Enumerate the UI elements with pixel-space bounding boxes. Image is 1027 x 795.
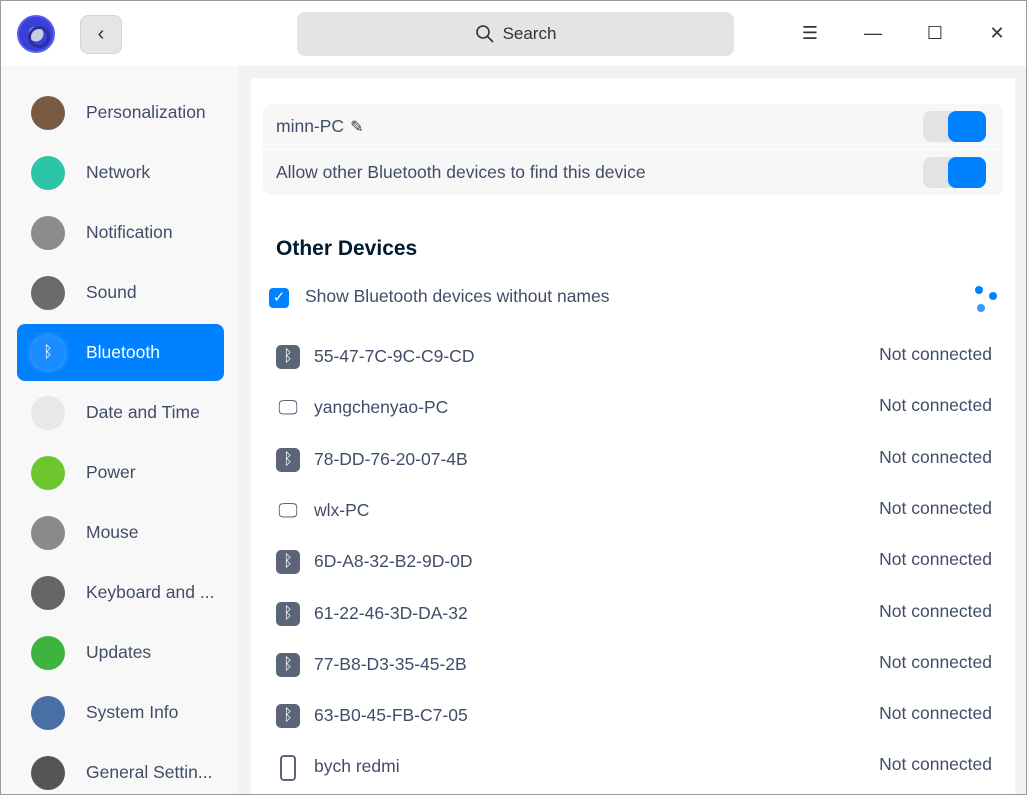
device-row[interactable]: ᛒ 6D-A8-32-B2-9D-0D Not connected xyxy=(263,542,1003,582)
device-name: 63-B0-45-FB-C7-05 xyxy=(314,705,468,726)
search-placeholder: Search xyxy=(502,24,557,43)
device-status: Not connected xyxy=(879,344,992,364)
device-name: bych redmi xyxy=(314,756,400,777)
device-status: Not connected xyxy=(879,651,992,672)
discoverable-label: Allow other Bluetooth devices to find th… xyxy=(276,162,646,182)
sound-icon xyxy=(31,275,65,310)
device-row[interactable]: 🖵 yangchenyao-PC Not connected xyxy=(263,388,1003,428)
bluetooth-device-icon: ᛒ xyxy=(276,447,300,472)
general-settings-icon xyxy=(31,755,65,790)
bluetooth-icon: ᛒ xyxy=(31,335,65,370)
device-row[interactable]: 🖵 wlx-PC Not connected xyxy=(263,491,1003,531)
sidebar-item-date-and-time[interactable]: Date and Time xyxy=(17,384,224,441)
sidebar-item-label: Keyboard and ... xyxy=(86,582,215,602)
scanning-spinner-icon xyxy=(971,284,1003,314)
clock-icon xyxy=(31,395,65,430)
device-row[interactable]: ᛒ 63-B0-45-FB-C7-05 Not connected xyxy=(263,696,1003,736)
menu-button[interactable]: ☰ xyxy=(798,21,822,45)
sidebar-item-sound[interactable]: Sound xyxy=(17,264,224,321)
device-name: 77-B8-D3-35-45-2B xyxy=(314,653,467,674)
sidebar-item-label: Bluetooth xyxy=(86,342,160,362)
bluetooth-panel: minn-PC ✎ Allow other Bluetooth devices … xyxy=(251,78,1015,794)
device-status: Not connected xyxy=(879,395,992,416)
content-area: minn-PC ✎ Allow other Bluetooth devices … xyxy=(238,66,1026,794)
sidebar-item-bluetooth[interactable]: ᛒ Bluetooth xyxy=(17,324,224,381)
device-name: 61-22-46-3D-DA-32 xyxy=(314,602,468,623)
sidebar-item-mouse[interactable]: Mouse xyxy=(17,504,224,561)
keyboard-icon xyxy=(31,575,65,610)
notification-icon xyxy=(31,215,65,250)
sidebar-item-label: System Info xyxy=(86,702,179,722)
sidebar-item-keyboard-and[interactable]: Keyboard and ... xyxy=(17,564,224,621)
device-row[interactable]: ᛒ 55-47-7C-9C-C9-CD Not connected xyxy=(263,337,1003,377)
device-status: Not connected xyxy=(879,703,992,724)
device-status: Not connected xyxy=(879,446,992,467)
computer-icon: 🖵 xyxy=(278,397,298,420)
bluetooth-device-icon: ᛒ xyxy=(276,601,300,626)
search-input[interactable]: Search xyxy=(297,12,734,56)
sidebar-item-label: Updates xyxy=(86,642,152,662)
settings-window: ‹ Search ☰ — ☐ ✕ Personalization Network N… xyxy=(0,0,1027,795)
device-status: Not connected xyxy=(879,754,992,775)
close-button[interactable]: ✕ xyxy=(985,21,1009,45)
device-row[interactable]: bych redmi Not connected xyxy=(263,747,1003,787)
minimize-button[interactable]: — xyxy=(861,21,885,45)
device-name[interactable]: minn-PC xyxy=(276,116,344,137)
sidebar-item-label: Sound xyxy=(86,282,137,302)
sidebar-item-label: Date and Time xyxy=(86,402,200,422)
system-info-icon xyxy=(31,695,65,730)
device-row[interactable]: ᛒ 77-B8-D3-35-45-2B Not connected xyxy=(263,645,1003,685)
back-button[interactable]: ‹ xyxy=(80,15,122,54)
discoverable-row: Allow other Bluetooth devices to find th… xyxy=(263,150,1003,195)
device-name: wlx-PC xyxy=(314,499,370,520)
bluetooth-device-icon: ᛒ xyxy=(276,704,300,729)
device-name: 55-47-7C-9C-C9-CD xyxy=(314,346,475,366)
mouse-icon xyxy=(31,515,65,550)
sidebar-item-updates[interactable]: Updates xyxy=(17,624,224,681)
device-name-row: minn-PC ✎ xyxy=(263,104,1003,149)
discoverable-toggle[interactable] xyxy=(923,157,986,188)
device-name: yangchenyao-PC xyxy=(314,397,449,418)
network-icon xyxy=(31,155,65,190)
search-icon xyxy=(475,25,494,43)
device-status: Not connected xyxy=(879,549,992,570)
sidebar-item-label: Mouse xyxy=(86,522,139,542)
bluetooth-device-icon: ᛒ xyxy=(276,652,300,677)
control-center-logo-icon xyxy=(17,15,55,53)
battery-icon xyxy=(31,455,65,490)
sidebar-item-system-info[interactable]: System Info xyxy=(17,684,224,741)
bluetooth-toggle[interactable] xyxy=(923,111,986,142)
device-row[interactable]: ᛒ 78-DD-76-20-07-4B Not connected xyxy=(263,440,1003,480)
sidebar: Personalization Network Notification Sound ᛒ… xyxy=(1,66,238,794)
sidebar-item-personalization[interactable]: Personalization xyxy=(17,84,224,141)
device-status: Not connected xyxy=(879,497,992,518)
bluetooth-device-icon: ᛒ xyxy=(276,345,300,369)
sidebar-item-label: Network xyxy=(86,162,151,182)
sidebar-item-power[interactable]: Power xyxy=(17,444,224,501)
device-status: Not connected xyxy=(879,600,992,621)
sidebar-item-label: Notification xyxy=(86,222,173,242)
phone-icon xyxy=(280,755,296,782)
sidebar-item-label: Personalization xyxy=(86,102,206,122)
personalization-icon xyxy=(31,95,65,130)
device-name: 78-DD-76-20-07-4B xyxy=(314,448,468,469)
other-devices-title: Other Devices xyxy=(276,237,418,260)
show-unnamed-checkbox[interactable]: ✓ xyxy=(269,288,289,308)
sidebar-item-general-settin[interactable]: General Settin... xyxy=(17,744,224,794)
titlebar: ‹ Search ☰ — ☐ ✕ xyxy=(1,1,1026,66)
bluetooth-device-icon: ᛒ xyxy=(276,550,300,575)
computer-icon: 🖵 xyxy=(278,499,298,522)
edit-pencil-icon[interactable]: ✎ xyxy=(350,117,363,137)
sidebar-item-notification[interactable]: Notification xyxy=(17,204,224,261)
sidebar-item-label: General Settin... xyxy=(86,762,213,782)
updates-icon xyxy=(31,635,65,670)
sidebar-item-network[interactable]: Network xyxy=(17,144,224,201)
sidebar-item-label: Power xyxy=(86,462,136,482)
device-row[interactable]: ᛒ 61-22-46-3D-DA-32 Not connected xyxy=(263,594,1003,634)
device-name: 6D-A8-32-B2-9D-0D xyxy=(314,551,473,572)
show-unnamed-label[interactable]: Show Bluetooth devices without names xyxy=(305,286,609,307)
maximize-button[interactable]: ☐ xyxy=(923,21,947,45)
